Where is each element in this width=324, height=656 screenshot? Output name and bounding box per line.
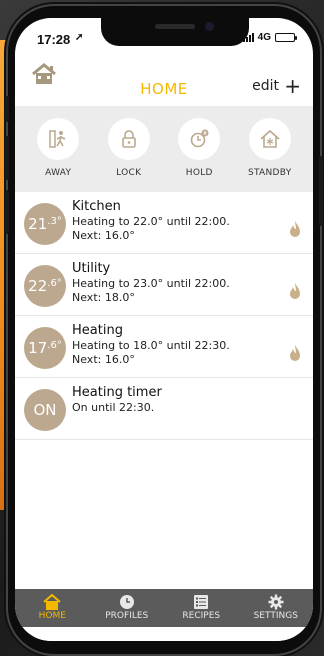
power-button [319,156,323,226]
tab-recipes[interactable]: RECIPES [166,589,236,627]
volume-up-button [5,136,9,180]
temperature-badge: 21.3° [24,203,66,245]
walking-person-icon [37,118,80,160]
mode-hold[interactable]: HOLD [169,106,229,192]
zone-row-heating[interactable]: 17.6° Heating Heating to 18.0° until 22:… [15,316,313,378]
gear-icon [241,593,311,611]
zone-status: On until 22:30. [72,401,155,414]
mode-lock[interactable]: LOCK [99,106,159,192]
mode-standby[interactable]: STANDBY [240,106,300,192]
clock-pause-icon [178,118,221,160]
tab-label: SETTINGS [253,611,298,621]
app-screen: 17:28 ➚ 4G HOME edit + AWAY LOCK HOLD ST… [15,18,313,641]
clock-icon [92,593,162,611]
notch [101,18,249,46]
volume-down-button [5,190,9,234]
list-icon [166,593,236,611]
zone-row-heating-timer[interactable]: ON Heating timer On until 22:30. [15,378,313,440]
zone-status: Heating to 22.0° until 22:00. [72,215,230,228]
app-header: HOME edit + [15,56,313,106]
zone-next: Next: 18.0° [72,291,135,304]
tab-bar: HOME PROFILES RECIPES SETTINGS [15,589,313,627]
home-indicator-area [15,627,313,641]
temperature-badge: 17.6° [24,327,66,369]
flame-icon [289,220,301,242]
tab-profiles[interactable]: PROFILES [92,589,162,627]
on-badge: ON [24,389,66,431]
add-button[interactable]: + [284,74,301,98]
mode-away[interactable]: AWAY [28,106,88,192]
flame-icon [289,282,301,304]
mode-label: AWAY [45,168,72,178]
temperature-badge: 22.6° [24,265,66,307]
status-time: 17:28 [37,32,71,47]
zone-next: Next: 16.0° [72,353,135,366]
tab-label: HOME [38,611,66,621]
zone-status: Heating to 23.0° until 22:00. [72,277,230,290]
zone-status: Heating to 18.0° until 22:30. [72,339,230,352]
zone-row-utility[interactable]: 22.6° Utility Heating to 23.0° until 22:… [15,254,313,316]
mode-bar: AWAY LOCK HOLD STANDBY [15,106,313,192]
zone-name: Heating timer [72,385,162,400]
zone-name: Heating [72,323,123,338]
zone-name: Utility [72,261,111,276]
mode-label: STANDBY [247,168,292,178]
edit-button[interactable]: edit [252,78,279,94]
tab-home[interactable]: HOME [17,589,87,627]
location-arrow-icon: ➚ [75,32,84,43]
house-snowflake-icon [248,118,291,160]
zone-next: Next: 16.0° [72,229,135,242]
battery-icon [275,33,297,42]
flame-icon [289,344,301,366]
zone-list: 21.3° Kitchen Heating to 22.0° until 22:… [15,192,313,440]
tab-label: PROFILES [105,611,149,621]
tab-label: RECIPES [182,611,221,621]
mode-label: LOCK [116,168,142,178]
zone-name: Kitchen [72,199,121,214]
tab-settings[interactable]: SETTINGS [241,589,311,627]
house-icon [17,593,87,611]
padlock-icon [107,118,150,160]
mute-switch [5,96,9,122]
mode-label: HOLD [185,168,213,178]
zone-row-kitchen[interactable]: 21.3° Kitchen Heating to 22.0° until 22:… [15,192,313,254]
network-label: 4G [257,32,271,43]
